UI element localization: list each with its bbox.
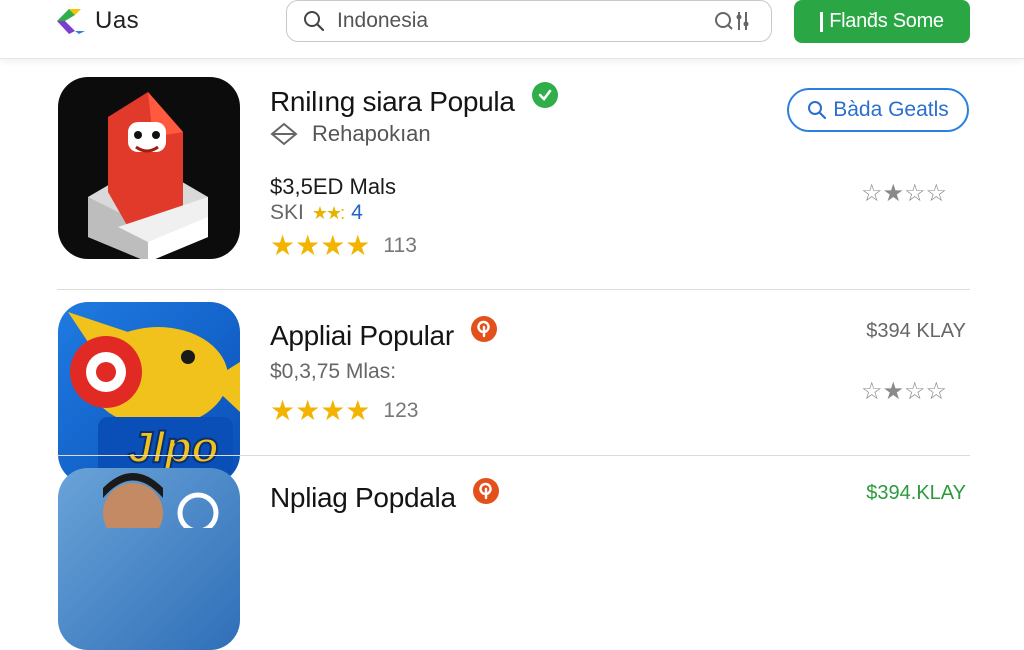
svg-text:Jlpo: Jlpo (128, 423, 218, 472)
search-icon (808, 101, 827, 120)
rating-stars: ★★★★ (270, 395, 371, 426)
app-title-text: Rnilıng siara Popula (270, 86, 515, 117)
app-title[interactable]: Rnilıng siara Popula (270, 82, 559, 118)
sub-label: SKI (270, 201, 304, 224)
search-icon (304, 11, 325, 32)
rate-stars-icon: ☆★☆☆ (861, 378, 948, 405)
rocket-icon (88, 92, 208, 259)
app-title-text: Npliag Popdala (270, 482, 456, 513)
verified-icon (471, 316, 498, 342)
logo-icon (57, 9, 85, 34)
developer-name: Rehapokıan (312, 121, 431, 146)
get-details-button[interactable]: Bàda Geatls (787, 88, 969, 132)
filter-icon[interactable] (713, 9, 751, 33)
search-input[interactable] (337, 9, 697, 33)
app-title-text: Appliai Popular (270, 320, 454, 351)
get-details-label: Bàda Geatls (833, 98, 949, 121)
person-avatar-icon (103, 473, 219, 543)
rating-count: 123 (383, 399, 419, 422)
divider (57, 455, 970, 456)
app-title[interactable]: Appliai Popular (270, 316, 498, 352)
logo-text: Uas (95, 7, 140, 34)
app-rating: ★★★★ 113 (270, 232, 417, 260)
app-logo[interactable]: Uas (55, 6, 139, 36)
app-price: $0,3,75 Mlas: (270, 360, 396, 384)
app-sub-info: SKI ★★: 4 (270, 201, 363, 225)
side-price: $394 KLAY (866, 320, 966, 342)
search-bar[interactable] (286, 0, 772, 42)
sub-value: 4 (351, 201, 363, 224)
side-price: $394.KLAY (866, 482, 966, 504)
app-rating: ★★★★ 123 (270, 397, 418, 425)
rating-stars: ★★★★ (270, 230, 371, 261)
primary-action-label: Fland̆s Some (829, 10, 944, 32)
app-icon-rocket[interactable] (58, 77, 240, 259)
app-icon-fish[interactable]: Jlpo (58, 302, 240, 484)
verified-icon (473, 478, 500, 504)
rate-stars-widget[interactable]: ☆★☆☆ (861, 182, 950, 206)
developer-icon (270, 122, 298, 146)
app-title[interactable]: Npliag Popdala (270, 478, 500, 514)
app-icon-person[interactable] (58, 468, 240, 650)
divider (57, 289, 970, 290)
primary-action-button[interactable]: Fland̆s Some (794, 0, 970, 43)
app-price: $3,5ED Mals (270, 174, 396, 199)
mini-stars-icon: ★★: (311, 202, 345, 223)
button-bar-icon (820, 11, 824, 32)
rate-stars-widget[interactable]: ☆★☆☆ (861, 380, 950, 404)
developer-line[interactable]: Rehapokıan (270, 121, 431, 147)
fish-icon: Jlpo (68, 312, 240, 477)
rate-stars-icon: ☆★☆☆ (861, 180, 948, 207)
verified-icon (532, 82, 559, 108)
app-price-text: $0,3,75 Mlas: (270, 360, 397, 383)
top-bar: Uas Fland̆s Some (0, 0, 1024, 59)
rating-count: 113 (383, 234, 417, 257)
